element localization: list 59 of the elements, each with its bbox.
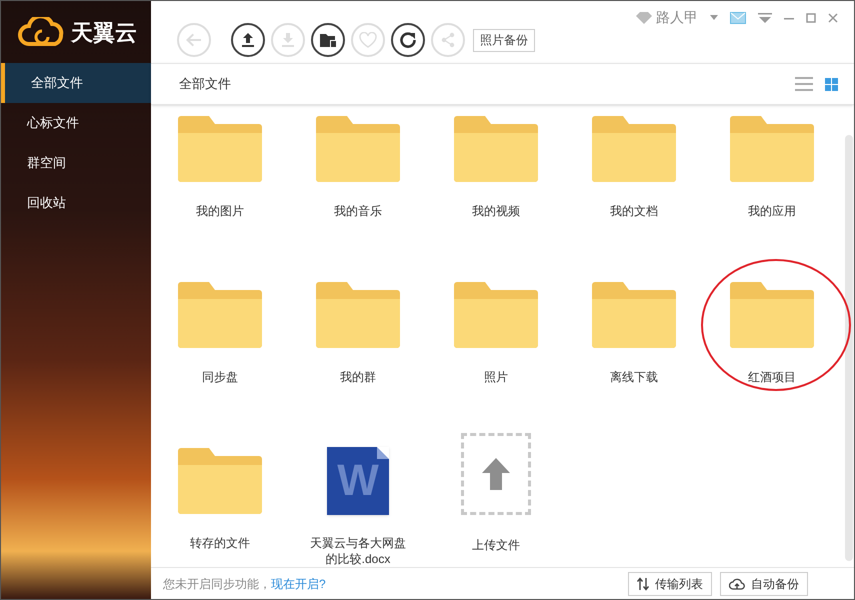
caret-icon[interactable] [710,15,718,20]
folder-icon [452,281,540,349]
folder-name[interactable]: 我的图片 [170,203,270,219]
folder-plus-icon [319,32,337,48]
close-icon[interactable] [828,12,838,22]
list-view-icon[interactable] [795,77,813,91]
breadcrumb[interactable]: 全部文件 [179,74,231,94]
arrows-up-down-icon [637,576,649,590]
sync-status-message: 您未开启同步功能， [163,576,271,592]
folder-icon [590,281,678,349]
auto-backup-button[interactable]: 自动备份 [720,572,808,596]
folder-icon [176,115,264,183]
heart-icon [359,32,377,48]
maximize-icon[interactable] [806,12,816,22]
folder-name[interactable]: 我的音乐 [308,203,408,219]
folder-icon [314,281,402,349]
refresh-button[interactable] [391,23,425,57]
sidebar-item[interactable]: 全部文件 [1,63,151,103]
folder-icon [176,447,264,515]
folder-name[interactable]: 照片 [446,369,546,385]
folder-name[interactable]: 同步盘 [170,369,270,385]
folder-name[interactable]: 转存的文件 [170,535,270,551]
folder-icon [176,281,264,349]
folder-name[interactable]: 红酒项目 [722,369,822,385]
folder-icon [728,115,816,183]
grid-view-icon[interactable] [825,78,838,90]
sidebar-item[interactable]: 回收站 [1,183,151,223]
user-name[interactable]: 路人甲 [656,7,698,28]
folder-icon [728,281,816,349]
app-name: 天翼云 [71,18,137,46]
folder-icon [452,115,540,183]
transfer-list-button[interactable]: 传输列表 [628,572,712,596]
refresh-icon [399,31,417,49]
word-document-icon: W [327,447,389,515]
upload-placeholder-icon [461,433,531,515]
cloud-upload-icon [729,578,745,590]
menu-dropdown-icon[interactable] [758,12,772,22]
folder-name[interactable]: 我的应用 [722,203,822,219]
folder-name[interactable]: 我的群 [308,369,408,385]
enable-sync-link[interactable]: 现在开启? [271,574,326,592]
share-icon [440,32,456,48]
upload-button[interactable] [231,23,265,57]
upload-label[interactable]: 上传文件 [446,537,546,553]
folder-icon [590,115,678,183]
folder-name[interactable]: 我的视频 [446,203,546,219]
diamond-icon [636,12,652,24]
folder-name[interactable]: 离线下载 [584,369,684,385]
folder-name[interactable]: 我的文档 [584,203,684,219]
file-name[interactable]: 天翼云与各大网盘的比较.docx [308,535,408,567]
scrollbar[interactable] [845,135,853,561]
sidebar-item[interactable]: 群空间 [1,143,151,183]
photo-backup-button[interactable]: 照片备份 [473,28,535,52]
mail-icon[interactable] [730,12,746,24]
upload-icon [240,32,256,48]
back-arrow-icon [185,31,203,49]
new-folder-button[interactable] [311,23,345,57]
sidebar-item[interactable]: 心标文件 [1,103,151,143]
folder-icon [314,115,402,183]
download-icon [280,32,296,48]
